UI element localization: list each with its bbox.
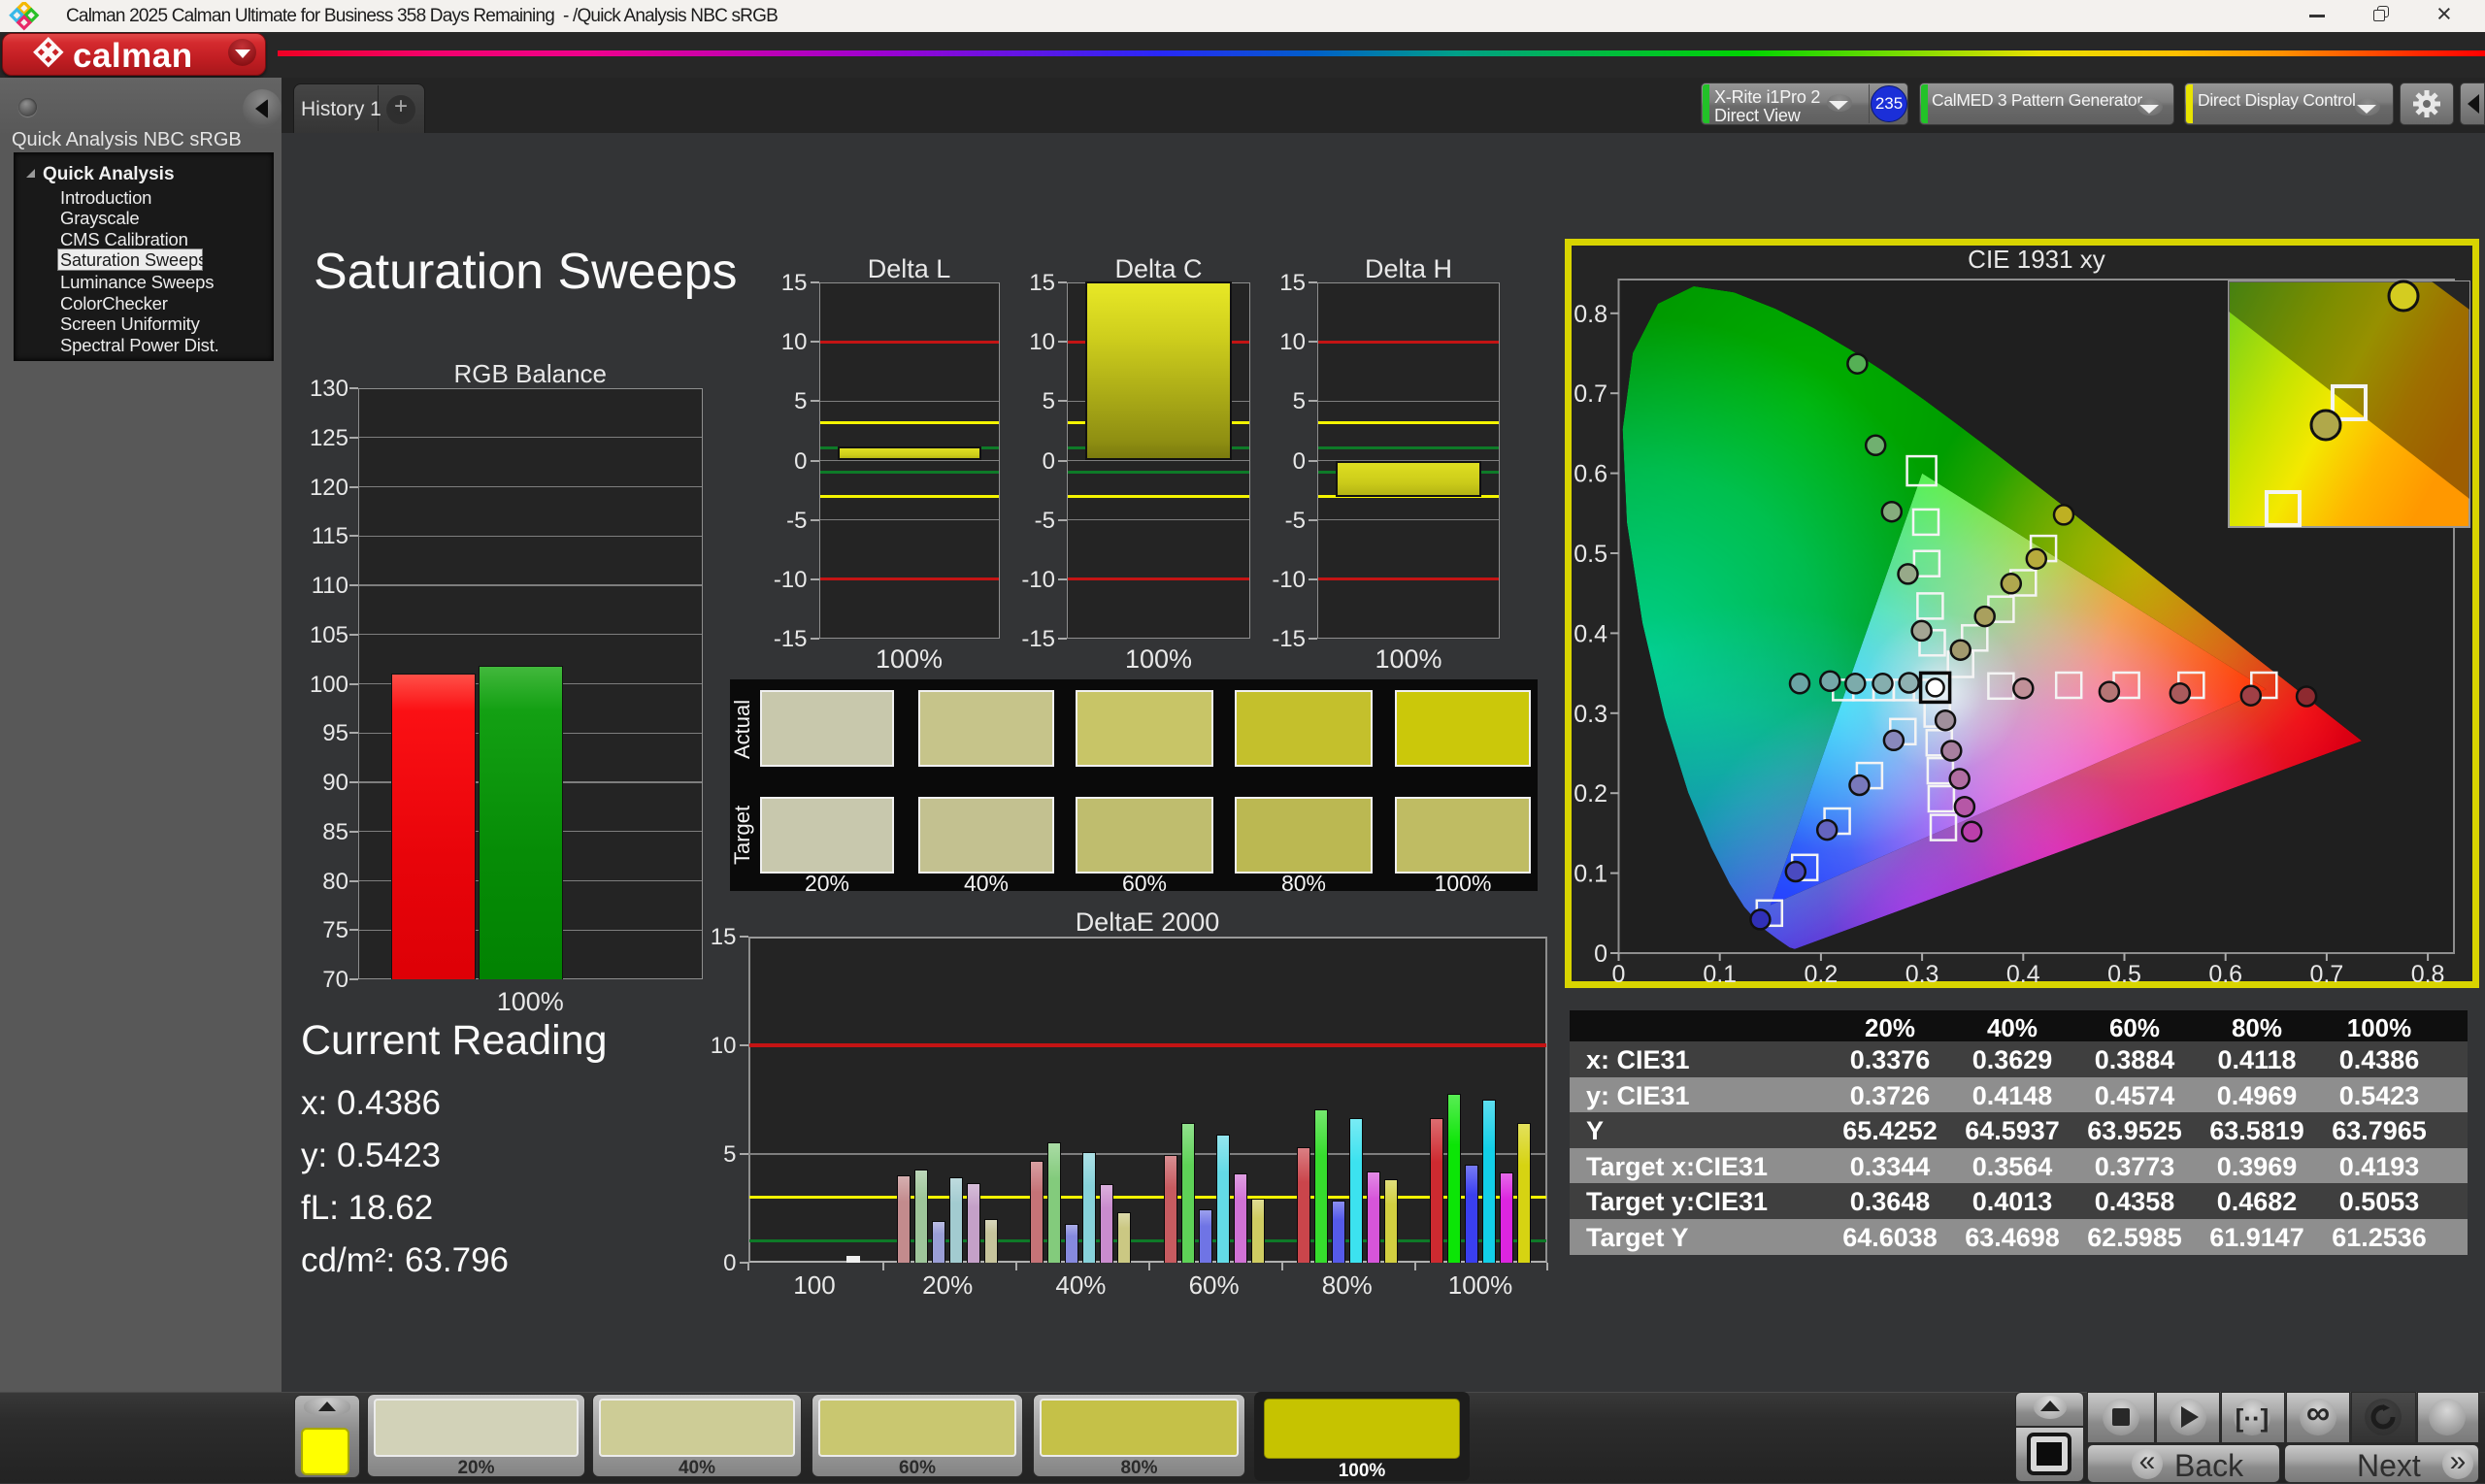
svg-text:0.4: 0.4 — [2006, 961, 2040, 988]
svg-text:0.2: 0.2 — [1574, 780, 1607, 808]
svg-text:0.6: 0.6 — [1574, 461, 1607, 488]
svg-text:0: 0 — [1612, 961, 1626, 988]
svg-text:0.3: 0.3 — [1905, 961, 1939, 988]
svg-text:0.5: 0.5 — [1574, 541, 1607, 568]
svg-text:0.7: 0.7 — [1574, 380, 1607, 408]
svg-text:0.1: 0.1 — [1574, 861, 1607, 888]
svg-text:0: 0 — [1594, 940, 1607, 968]
svg-text:CIE 1931 xy: CIE 1931 xy — [1968, 245, 2105, 274]
svg-text:0.4: 0.4 — [1574, 620, 1607, 647]
svg-text:0.7: 0.7 — [2310, 961, 2344, 988]
svg-text:0.6: 0.6 — [2208, 961, 2242, 988]
svg-text:0.8: 0.8 — [1574, 301, 1607, 328]
svg-text:0.3: 0.3 — [1574, 701, 1607, 728]
svg-text:0.8: 0.8 — [2411, 961, 2445, 988]
svg-text:0.2: 0.2 — [1805, 961, 1839, 988]
svg-text:0.1: 0.1 — [1703, 961, 1737, 988]
svg-text:0.5: 0.5 — [2107, 961, 2141, 988]
